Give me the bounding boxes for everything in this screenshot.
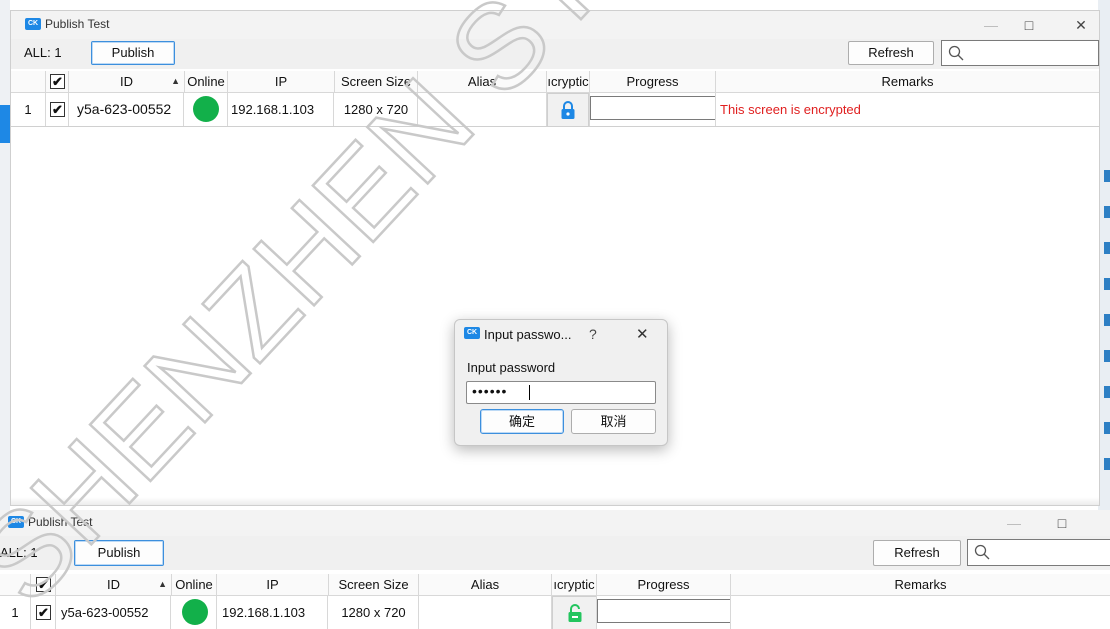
encryption-button-second[interactable]: [552, 596, 596, 629]
row-screen-size: 1280 x 720: [335, 93, 418, 126]
row-progress-cell: [590, 93, 716, 126]
dialog-title: Input passwo...: [484, 327, 572, 342]
header-id-label: ID: [120, 74, 133, 89]
publish-test-window-second: CK Publish Test — □ ALL: 1 Publish Refre…: [0, 510, 1110, 629]
background-window-left-strip: [0, 0, 10, 510]
toolbar-second: ALL: 1 Publish Refresh: [0, 536, 1110, 570]
sort-ascending-icon: ▲: [171, 76, 180, 86]
row-checkbox-second[interactable]: ✔: [36, 605, 51, 620]
dialog-close-button[interactable]: ✕: [636, 325, 649, 343]
header-ip-second[interactable]: IP: [217, 574, 329, 595]
select-all-checkbox-second[interactable]: ✔: [36, 577, 51, 592]
header-select-all-second[interactable]: ✔: [31, 574, 56, 595]
header-online[interactable]: Online: [185, 71, 228, 92]
all-count-label-second: ALL: 1: [0, 545, 38, 560]
refresh-button-second[interactable]: Refresh: [873, 540, 961, 566]
search-input-second[interactable]: [967, 539, 1110, 566]
background-accent-tab: [0, 105, 10, 143]
row-select-cell-second[interactable]: ✔: [31, 596, 56, 629]
header-alias[interactable]: Alias: [418, 71, 547, 92]
dialog-help-button[interactable]: ?: [589, 326, 597, 342]
search-icon: [948, 45, 964, 61]
window-bottom-border: [11, 497, 1099, 505]
header-id[interactable]: ID ▲: [69, 71, 185, 92]
app-icon: CK: [25, 18, 41, 30]
row-checkbox[interactable]: ✔: [50, 102, 65, 117]
header-encryption-second[interactable]: ıcryptic: [552, 574, 597, 595]
row-select-cell[interactable]: ✔: [46, 93, 69, 126]
text-cursor: [529, 385, 530, 400]
minimize-button-second[interactable]: —: [1002, 513, 1026, 533]
table-header-second: ✔ ID ▲ Online IP Screen Size Alias ıcryp…: [0, 574, 1110, 596]
table-row[interactable]: 1 ✔ y5a-623-00552 192.168.1.103 1280 x 7…: [11, 93, 1099, 127]
row-index: 1: [11, 93, 46, 126]
header-id-label-second: ID: [107, 577, 120, 592]
row-encryption-cell[interactable]: [547, 93, 590, 126]
close-button[interactable]: ✕: [1069, 15, 1093, 35]
header-alias-second[interactable]: Alias: [419, 574, 552, 595]
background-scroll-markers: [1104, 170, 1110, 490]
row-encryption-cell-second[interactable]: [552, 596, 597, 629]
row-index-second: 1: [0, 596, 31, 629]
password-input[interactable]: ••••••: [466, 381, 656, 404]
header-remarks[interactable]: Remarks: [716, 71, 1099, 92]
progress-bar: [590, 96, 715, 120]
app-icon-second: CK: [8, 516, 24, 528]
sort-ascending-icon: ▲: [158, 579, 167, 589]
header-progress-second[interactable]: Progress: [597, 574, 731, 595]
table-row-second[interactable]: 1 ✔ y5a-623-00552 192.168.1.103 1280 x 7…: [0, 596, 1110, 629]
publish-button[interactable]: Publish: [91, 41, 175, 65]
minimize-button[interactable]: —: [979, 15, 1003, 35]
row-alias-second: [419, 596, 552, 629]
publish-button-second[interactable]: Publish: [74, 540, 164, 566]
select-all-checkbox[interactable]: ✔: [50, 74, 65, 89]
password-label: Input password: [467, 360, 556, 375]
toolbar: ALL: 1 Publish Refresh: [11, 39, 1099, 69]
maximize-button-second[interactable]: □: [1050, 513, 1074, 533]
row-progress-cell-second: [597, 596, 731, 629]
online-status-indicator-second: [182, 599, 208, 625]
header-index-second: [0, 574, 31, 595]
search-icon: [974, 544, 990, 560]
row-remarks-second: [731, 596, 1110, 629]
header-progress[interactable]: Progress: [590, 71, 716, 92]
title-bar: CK Publish Test — □ ✕: [11, 11, 1099, 39]
header-id-second[interactable]: ID ▲: [56, 574, 172, 595]
confirm-button[interactable]: 确定: [480, 409, 564, 434]
header-screen-size[interactable]: Screen Size: [335, 71, 418, 92]
row-alias: [418, 93, 547, 126]
encryption-button[interactable]: [547, 93, 589, 126]
row-online-cell: [185, 93, 228, 126]
maximize-button[interactable]: □: [1017, 15, 1041, 35]
window-title: Publish Test: [45, 17, 110, 31]
dialog-app-icon: CK: [464, 327, 480, 339]
row-online-cell-second: [172, 596, 217, 629]
row-id: y5a-623-00552: [69, 93, 184, 126]
header-screen-size-second[interactable]: Screen Size: [329, 574, 419, 595]
unlocked-icon: [568, 604, 582, 622]
window-title-second: Publish Test: [28, 515, 93, 529]
progress-bar-second: [597, 599, 730, 623]
input-password-dialog: CK Input passwo... ? ✕ Input password ••…: [454, 319, 668, 446]
row-ip: 192.168.1.103: [228, 93, 334, 126]
header-ip[interactable]: IP: [228, 71, 335, 92]
row-screen-size-second: 1280 x 720: [329, 596, 419, 629]
refresh-button[interactable]: Refresh: [848, 41, 934, 65]
online-status-indicator: [193, 96, 219, 122]
header-remarks-second[interactable]: Remarks: [731, 574, 1110, 595]
header-online-second[interactable]: Online: [172, 574, 217, 595]
header-select-all[interactable]: ✔: [46, 71, 69, 92]
row-ip-second: 192.168.1.103: [217, 596, 328, 629]
locked-icon: [561, 101, 575, 119]
row-id-second: y5a-623-00552: [56, 596, 171, 629]
search-input[interactable]: [941, 40, 1099, 66]
table-header: ✔ ID ▲ Online IP Screen Size Alias ıcryp…: [11, 71, 1099, 93]
header-index: [11, 71, 46, 92]
password-input-value: ••••••: [472, 383, 508, 399]
cancel-button[interactable]: 取消: [571, 409, 656, 434]
header-encryption[interactable]: ıcryptic: [547, 71, 590, 92]
row-remarks: This screen is encrypted: [720, 102, 861, 117]
title-bar-second: CK Publish Test — □: [0, 510, 1110, 536]
all-count-label: ALL: 1: [24, 45, 62, 60]
